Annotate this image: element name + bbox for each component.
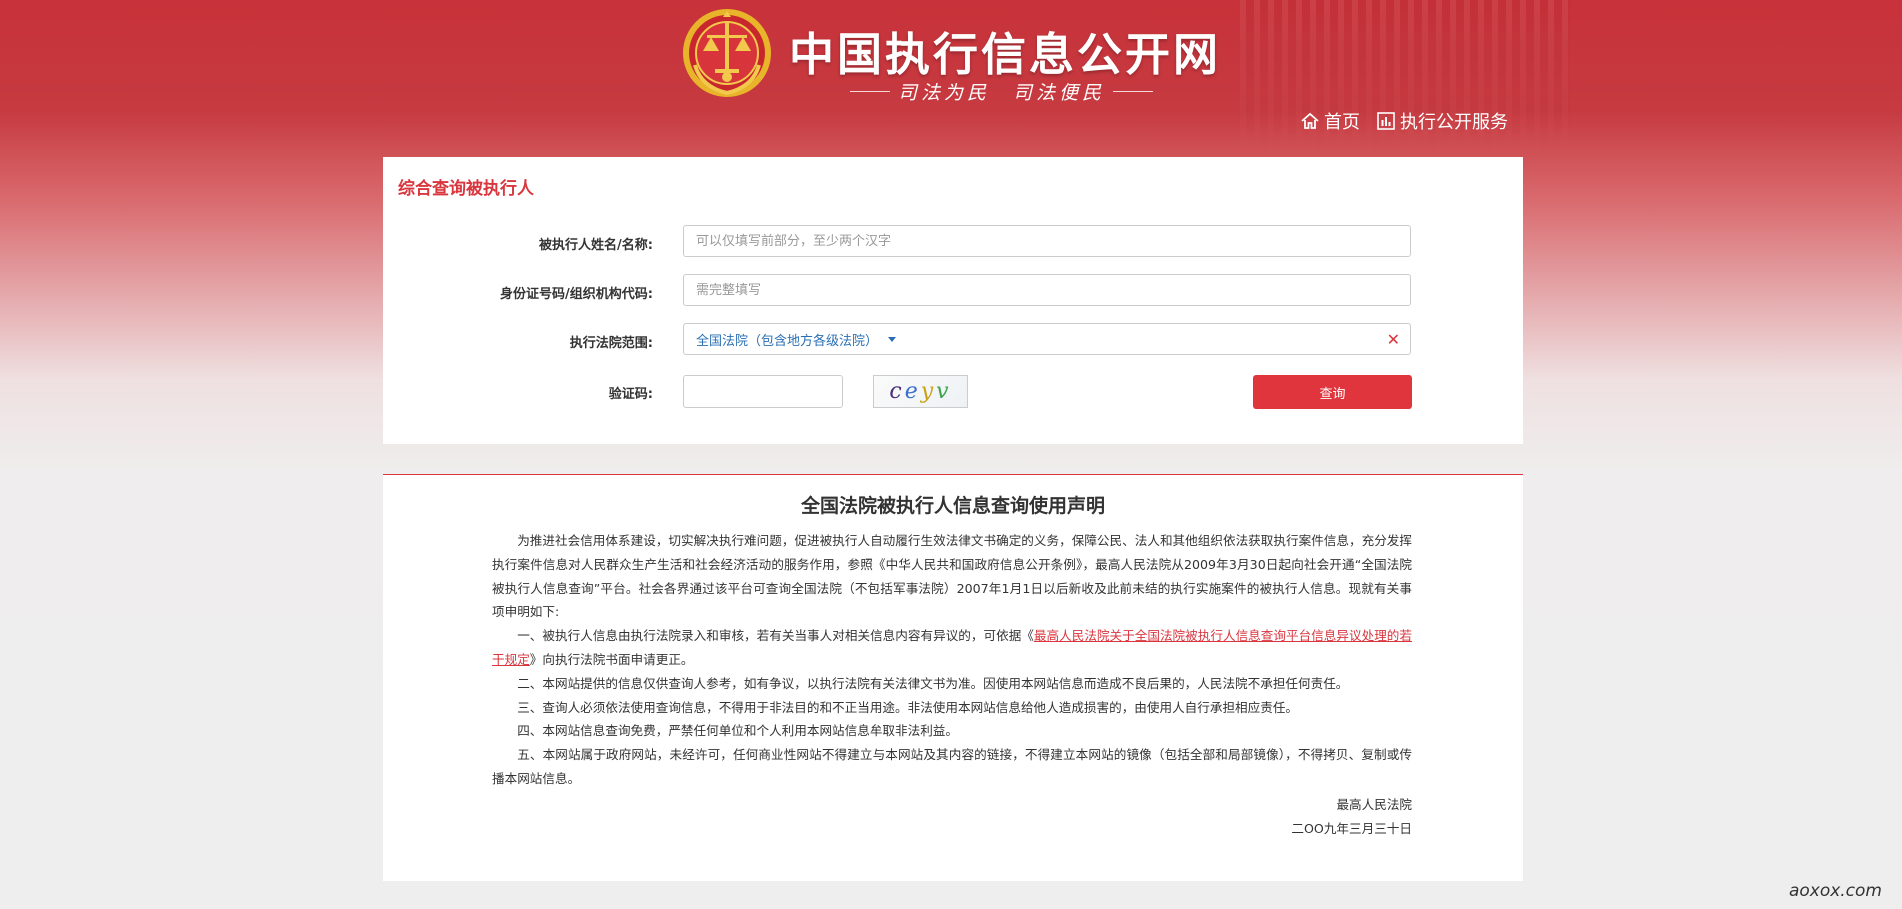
home-icon (1301, 112, 1319, 129)
nav-service-label: 执行公开服务 (1400, 112, 1508, 133)
caret-down-icon (888, 336, 897, 342)
site-title: 中国执行信息公开网 (789, 28, 1222, 81)
slogan-line-right (1113, 91, 1154, 92)
header-building-decoration (1240, 0, 1570, 160)
slogan-text: 司法为民 司法便民 (898, 82, 1106, 104)
captcha-field-box (683, 375, 843, 408)
captcha-image[interactable]: ceyv (873, 375, 968, 408)
id-field-box (683, 274, 1411, 306)
declaration-title: 全国法院被执行人信息查询使用声明 (800, 495, 1105, 517)
court-select[interactable]: 全国法院（包含地方各级法院） ✕ (683, 323, 1411, 355)
court-label: 执行法院范围: (569, 336, 653, 351)
search-panel-title: 综合查询被执行人 (398, 179, 534, 199)
court-emblem-icon (683, 9, 771, 97)
declaration-panel: 全国法院被执行人信息查询使用声明 为推进社会信用体系建设，切实解决执行难问题，促… (383, 474, 1523, 881)
declaration-item-2: 二、本网站提供的信息仅供查询人参考，如有争议，以执行法院有关法律文书为准。因使用… (517, 675, 1349, 691)
declaration-signature-block: 最高人民法院 二OO九年三月三十日 (492, 793, 1412, 841)
declaration-item-1: 一、被执行人信息由执行法院录入和审核，若有关当事人对相关信息内容有异议的，可依据… (492, 624, 1412, 672)
captcha-input[interactable] (684, 376, 842, 407)
slogan: 司法为民 司法便民 (850, 78, 1154, 105)
name-input[interactable] (684, 226, 1410, 256)
watermark: aoxox.com (1788, 881, 1882, 901)
declaration-date: 二OO九年三月三十日 (1291, 820, 1412, 836)
name-label: 被执行人姓名/名称: (539, 238, 653, 253)
name-field-box (683, 225, 1411, 257)
captcha-text: ceyv (889, 379, 952, 404)
declaration-intro: 为推进社会信用体系建设，切实解决执行难问题，促进被执行人自动履行生效法律文书确定… (492, 533, 1412, 620)
id-label: 身份证号码/组织机构代码: (500, 287, 653, 302)
item1-pre: 一、被执行人信息由执行法院录入和审核，若有关当事人对相关信息内容有异议的，可依据… (517, 628, 1034, 644)
declaration-item-4: 四、本网站信息查询免费，严禁任何单位和个人利用本网站信息牟取非法利益。 (517, 723, 958, 739)
search-panel: 综合查询被执行人 被执行人姓名/名称: 身份证号码/组织机构代码: 执行法院范围… (383, 157, 1523, 444)
nav-service[interactable]: 执行公开服务 (1376, 108, 1508, 134)
captcha-label: 验证码: (608, 387, 653, 402)
query-button[interactable]: 查询 (1253, 375, 1412, 409)
clear-icon[interactable]: ✕ (1387, 330, 1400, 349)
top-nav: 首页 执行公开服务 (1300, 108, 1508, 134)
declaration-body: 为推进社会信用体系建设，切实解决执行难问题，促进被执行人自动履行生效法律文书确定… (492, 529, 1412, 840)
slogan-line-left (850, 91, 890, 92)
nav-home[interactable]: 首页 (1300, 108, 1360, 134)
item1-post: 》向执行法院书面申请更正。 (529, 651, 694, 667)
declaration-item-5: 五、本网站属于政府网站，未经许可，任何商业性网站不得建立与本网站及其内容的链接，… (492, 747, 1412, 786)
nav-home-label: 首页 (1324, 112, 1360, 133)
court-select-value: 全国法院（包含地方各级法院） (696, 333, 879, 349)
chart-icon (1377, 112, 1395, 130)
id-input[interactable] (684, 275, 1410, 305)
declaration-signature: 最高人民法院 (1336, 796, 1412, 812)
declaration-item-3: 三、查询人必须依法使用查询信息，不得用于非法目的和不正当用途。非法使用本网站信息… (517, 699, 1298, 715)
